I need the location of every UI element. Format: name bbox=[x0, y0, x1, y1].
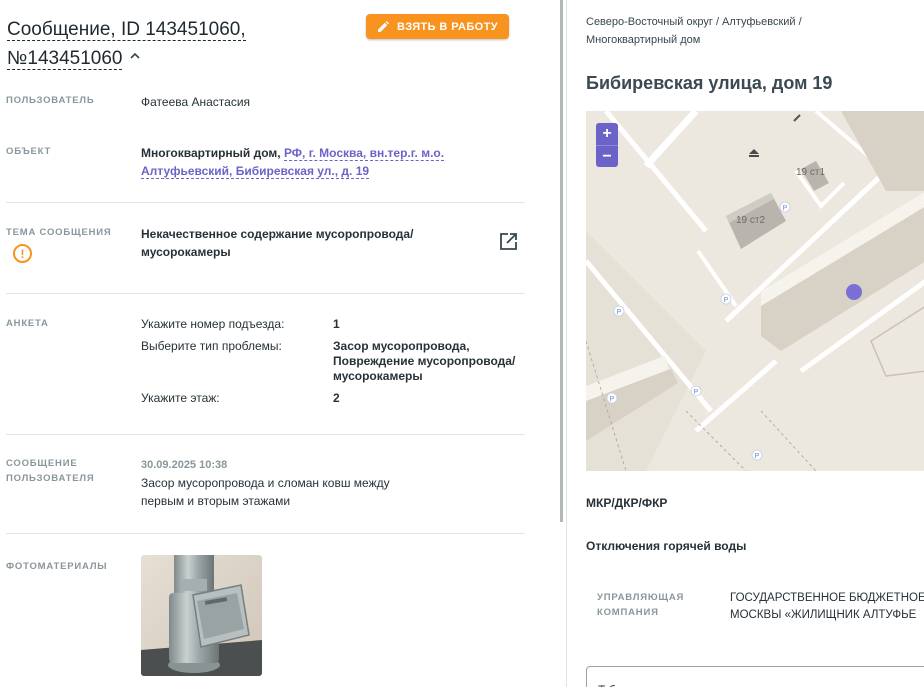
map-view[interactable]: P P P P P P 19 ст1 19 ст2 + − bbox=[586, 111, 924, 471]
survey-question-problem-type: Выберите тип проблемы: bbox=[141, 339, 282, 353]
section-mkr-dkr-fkr[interactable]: МКР/ДКР/ФКР bbox=[586, 496, 667, 510]
survey-question-floor: Укажите этаж: bbox=[141, 391, 220, 405]
topic-value: Некачественное содержание мусоропровода/… bbox=[141, 225, 413, 261]
photos-label: ФОТОМАТЕРИАЛЫ bbox=[6, 561, 108, 572]
zoom-in-button[interactable]: + bbox=[596, 123, 618, 145]
management-company-label-line1: УПРАВЛЯЮЩАЯ bbox=[597, 592, 685, 603]
warning-icon: ! bbox=[13, 244, 32, 263]
parking-label: P bbox=[617, 309, 622, 316]
parking-label: P bbox=[610, 396, 615, 403]
message-details-panel: Сообщение, ID 143451060, №143451060 ВЗЯТ… bbox=[0, 0, 560, 687]
survey-answer-problem-type-2: Повреждение мусоропровода/ bbox=[333, 354, 516, 368]
user-message-label-line1: СООБЩЕНИЕ bbox=[6, 458, 78, 469]
object-value: Многоквартирный дом, РФ, г. Москва, вн.т… bbox=[141, 144, 445, 180]
object-address-link-line1[interactable]: РФ, г. Москва, вн.тер.г. м.о. bbox=[283, 146, 445, 161]
object-label: ОБЪЕКТ bbox=[6, 146, 52, 157]
open-external-icon[interactable] bbox=[499, 232, 518, 251]
object-type: Многоквартирный дом, bbox=[141, 146, 281, 160]
breadcrumb-line2[interactable]: Многоквартирный дом bbox=[586, 34, 700, 46]
topic-line1: Некачественное содержание мусоропровода/ bbox=[141, 227, 414, 241]
message-date: 30.09.2025 10:38 bbox=[141, 459, 228, 471]
user-value: Фатеева Анастасия bbox=[141, 95, 251, 109]
breadcrumb-line1[interactable]: Северо-Восточный округ / Алтуфьевский / bbox=[586, 16, 802, 28]
take-to-work-label: ВЗЯТЬ В РАБОТУ bbox=[397, 20, 498, 33]
survey-answer-entrance: 1 bbox=[333, 317, 340, 331]
parking-label: P bbox=[724, 297, 729, 304]
survey-question-entrance: Укажите номер подъезда: bbox=[141, 317, 285, 331]
divider bbox=[6, 434, 525, 435]
building-label-19st2: 19 ст2 bbox=[736, 215, 765, 226]
map-zoom-control: + − bbox=[596, 123, 618, 167]
bottom-input-text: Т б bbox=[598, 683, 616, 687]
message-title-line2: №143451060 bbox=[7, 48, 123, 70]
parking-label: P bbox=[694, 389, 699, 396]
management-company-label: УПРАВЛЯЮЩАЯ КОМПАНИЯ bbox=[597, 590, 684, 620]
message-text-line2: первым и вторым этажами bbox=[141, 494, 291, 508]
object-address-link-line2[interactable]: Алтуфьевский, Бибиревская ул., д. 19 bbox=[141, 164, 370, 179]
user-message-label-line2: ПОЛЬЗОВАТЕЛЯ bbox=[6, 473, 95, 484]
object-info-panel: Северо-Восточный округ / Алтуфьевский / … bbox=[567, 0, 924, 687]
survey-answer-problem-type-1: Засор мусоропровода, bbox=[333, 339, 470, 353]
user-label: ПОЛЬЗОВАТЕЛЬ bbox=[6, 95, 95, 106]
management-company-value-line2: МОСКВЫ «ЖИЛИЩНИК АЛТУФЬЕ bbox=[730, 609, 917, 621]
parking-label: P bbox=[755, 453, 760, 460]
photo-thumbnail[interactable] bbox=[141, 555, 262, 676]
message-title-line1: Сообщение, ID 143451060, bbox=[7, 19, 246, 41]
topic-line2: мусорокамеры bbox=[141, 245, 231, 259]
panel-resize-handle[interactable] bbox=[560, 0, 563, 522]
divider bbox=[6, 533, 525, 534]
message-title: Сообщение, ID 143451060, №143451060 bbox=[7, 15, 246, 73]
divider bbox=[6, 293, 525, 294]
divider bbox=[6, 202, 525, 203]
breadcrumb: Северо-Восточный округ / Алтуфьевский / … bbox=[586, 13, 886, 49]
management-company-label-line2: КОМПАНИЯ bbox=[597, 607, 659, 618]
user-message-label: СООБЩЕНИЕ ПОЛЬЗОВАТЕЛЯ bbox=[6, 456, 94, 486]
management-company-value: ГОСУДАРСТВЕННОЕ БЮДЖЕТНОЕ МОСКВЫ «ЖИЛИЩН… bbox=[730, 590, 924, 624]
parking-label: P bbox=[783, 205, 788, 212]
topic-label: ТЕМА СООБЩЕНИЯ bbox=[6, 227, 112, 238]
survey-answer-problem-type-3: мусорокамеры bbox=[333, 369, 423, 383]
survey-label: АНКЕТА bbox=[6, 318, 49, 329]
survey-answer-floor: 2 bbox=[333, 391, 340, 405]
take-to-work-button[interactable]: ВЗЯТЬ В РАБОТУ bbox=[366, 14, 509, 39]
zoom-out-button[interactable]: − bbox=[596, 145, 618, 167]
message-text-line1: Засор мусоропровода и сломан ковш между bbox=[141, 476, 390, 490]
object-address-title: Бибиревская улица, дом 19 bbox=[586, 73, 833, 93]
chevron-up-icon[interactable] bbox=[130, 51, 141, 61]
building-label-19st1: 19 ст1 bbox=[796, 167, 825, 178]
pencil-icon bbox=[378, 20, 390, 32]
bottom-input-field[interactable]: Т б bbox=[586, 666, 924, 687]
management-company-value-line1: ГОСУДАРСТВЕННОЕ БЮДЖЕТНОЕ bbox=[730, 592, 924, 604]
message-text: Засор мусоропровода и сломан ковш между … bbox=[141, 474, 390, 510]
section-hot-water-outages[interactable]: Отключения горячей воды bbox=[586, 539, 746, 553]
